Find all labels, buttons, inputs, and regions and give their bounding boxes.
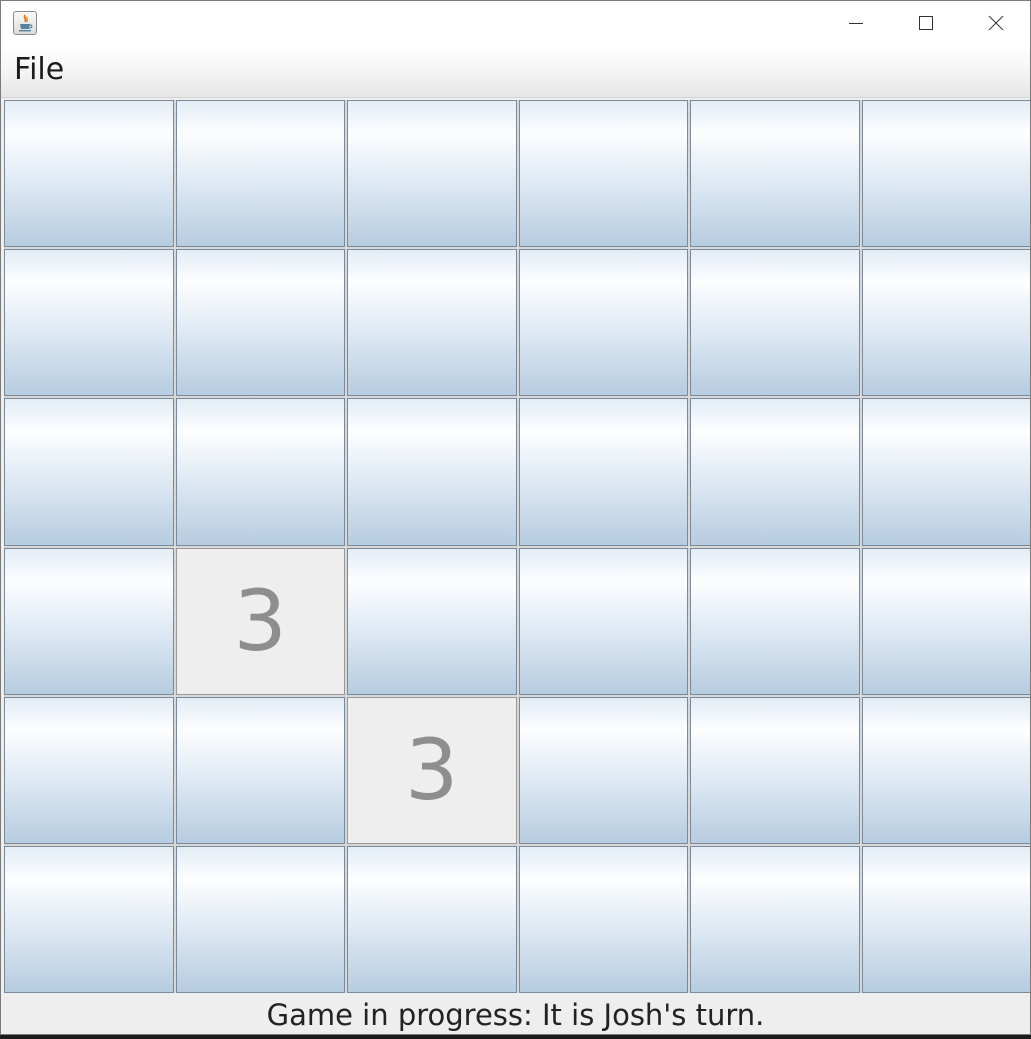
board-cell-r3-c1[interactable]: 3 [175, 547, 345, 695]
board-cell-r2-c0[interactable] [4, 398, 174, 546]
board-cell-r4-c4[interactable] [690, 696, 860, 844]
board-cell-r4-c0[interactable] [4, 696, 174, 844]
minimize-icon[interactable] [833, 1, 879, 45]
menu-bar: File [1, 45, 1030, 98]
board-cell-r4-c2[interactable]: 3 [347, 696, 517, 844]
board-cell-r4-c5[interactable] [861, 696, 1030, 844]
board-cell-r2-c2[interactable] [347, 398, 517, 546]
menu-file[interactable]: File [14, 51, 64, 89]
board-cell-r5-c4[interactable] [690, 845, 860, 993]
title-bar[interactable] [1, 1, 1030, 45]
board-cell-r3-c3[interactable] [518, 547, 688, 695]
board-cell-r1-c3[interactable] [518, 249, 688, 397]
board-cell-r5-c0[interactable] [4, 845, 174, 993]
board-cell-r1-c1[interactable] [175, 249, 345, 397]
status-message: Game in progress: It is Josh's turn. [1, 994, 1030, 1034]
board-cell-r0-c2[interactable] [347, 100, 517, 248]
java-cup-icon[interactable] [13, 11, 37, 35]
board-cell-r1-c5[interactable] [861, 249, 1030, 397]
board-cell-r0-c5[interactable] [861, 100, 1030, 248]
game-board: 33 [4, 100, 1030, 993]
board-cell-r2-c4[interactable] [690, 398, 860, 546]
board-cell-r3-c0[interactable] [4, 547, 174, 695]
board-cell-r0-c3[interactable] [518, 100, 688, 248]
board-cell-r0-c4[interactable] [690, 100, 860, 248]
game-window: File 33 Game in progress: It is Josh's t… [0, 0, 1031, 1035]
board-cell-r5-c5[interactable] [861, 845, 1030, 993]
board-cell-r5-c2[interactable] [347, 845, 517, 993]
board-cell-r3-c5[interactable] [861, 547, 1030, 695]
board-cell-r2-c3[interactable] [518, 398, 688, 546]
board-cell-r3-c2[interactable] [347, 547, 517, 695]
board-cell-r5-c1[interactable] [175, 845, 345, 993]
board-cell-r4-c1[interactable] [175, 696, 345, 844]
close-icon[interactable] [973, 1, 1019, 45]
board-cell-r1-c0[interactable] [4, 249, 174, 397]
board-cell-r0-c0[interactable] [4, 100, 174, 248]
maximize-icon[interactable] [903, 1, 949, 45]
board-cell-r1-c2[interactable] [347, 249, 517, 397]
board-cell-r3-c4[interactable] [690, 547, 860, 695]
board-cell-r2-c5[interactable] [861, 398, 1030, 546]
board-cell-r2-c1[interactable] [175, 398, 345, 546]
board-cell-r5-c3[interactable] [518, 845, 688, 993]
board-cell-r1-c4[interactable] [690, 249, 860, 397]
board-cell-r0-c1[interactable] [175, 100, 345, 248]
board-cell-r4-c3[interactable] [518, 696, 688, 844]
